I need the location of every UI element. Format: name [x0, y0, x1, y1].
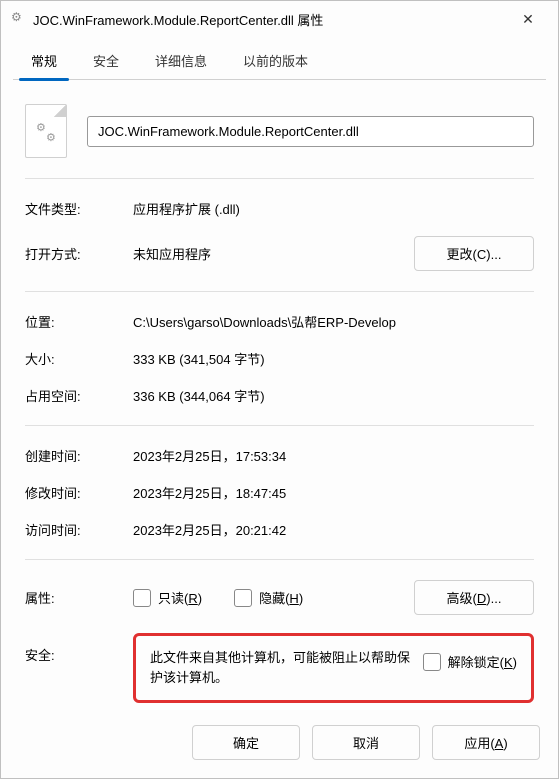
label-file-type: 文件类型: — [25, 199, 133, 218]
cancel-button[interactable]: 取消 — [312, 725, 420, 760]
change-button[interactable]: 更改(C)... — [414, 236, 534, 271]
tab-details[interactable]: 详细信息 — [137, 41, 225, 80]
ok-button[interactable]: 确定 — [192, 725, 300, 760]
tab-strip: 常规 安全 详细信息 以前的版本 — [1, 37, 558, 80]
close-button[interactable]: ✕ — [506, 4, 550, 34]
value-accessed: 2023年2月25日，20:21:42 — [133, 520, 534, 539]
checkbox-unblock[interactable]: 解除锁定(K) — [423, 652, 517, 671]
attributes-grid: 属性: 只读(R) 隐藏(H) 高级(D)... 安全: 此文件来自其他计算机，… — [25, 580, 534, 703]
value-size: 333 KB (341,504 字节) — [133, 349, 534, 368]
separator — [25, 291, 534, 292]
properties-dialog: JOC.WinFramework.Module.ReportCenter.dll… — [0, 0, 559, 779]
value-modified: 2023年2月25日，18:47:45 — [133, 483, 534, 502]
file-row: JOC.WinFramework.Module.ReportCenter.dll — [25, 104, 534, 158]
separator — [25, 559, 534, 560]
info-grid-3: 创建时间: 2023年2月25日，17:53:34 修改时间: 2023年2月2… — [25, 446, 534, 539]
checkbox-icon — [234, 589, 252, 607]
tab-general[interactable]: 常规 — [13, 41, 75, 80]
file-type-icon — [25, 104, 67, 158]
label-accessed: 访问时间: — [25, 520, 133, 539]
label-modified: 修改时间: — [25, 483, 133, 502]
window-title: JOC.WinFramework.Module.ReportCenter.dll… — [33, 10, 506, 29]
checkbox-icon — [133, 589, 151, 607]
label-location: 位置: — [25, 312, 133, 331]
checkbox-hidden[interactable]: 隐藏(H) — [234, 588, 303, 607]
value-opens-with: 未知应用程序 — [133, 244, 400, 263]
label-size: 大小: — [25, 349, 133, 368]
dialog-footer: 确定 取消 应用(A) — [1, 711, 558, 778]
attributes-row: 只读(R) 隐藏(H) 高级(D)... — [133, 580, 534, 615]
checkbox-readonly[interactable]: 只读(R) — [133, 588, 202, 607]
security-message: 此文件来自其他计算机，可能被阻止以帮助保护该计算机。 — [150, 648, 413, 688]
label-attributes: 属性: — [25, 588, 133, 607]
info-grid-1: 文件类型: 应用程序扩展 (.dll) 打开方式: 未知应用程序 更改(C)..… — [25, 199, 534, 271]
filename-input[interactable]: JOC.WinFramework.Module.ReportCenter.dll — [87, 116, 534, 147]
titlebar: JOC.WinFramework.Module.ReportCenter.dll… — [1, 1, 558, 37]
value-created: 2023年2月25日，17:53:34 — [133, 446, 534, 465]
value-location: C:\Users\garso\Downloads\弘帮ERP-Develop — [133, 312, 534, 331]
checkbox-icon — [423, 653, 441, 671]
tab-previous-versions[interactable]: 以前的版本 — [225, 41, 326, 80]
value-size-on-disk: 336 KB (344,064 字节) — [133, 386, 534, 405]
advanced-button[interactable]: 高级(D)... — [414, 580, 534, 615]
info-grid-2: 位置: C:\Users\garso\Downloads\弘帮ERP-Devel… — [25, 312, 534, 405]
content-area: JOC.WinFramework.Module.ReportCenter.dll… — [1, 80, 558, 711]
label-size-on-disk: 占用空间: — [25, 386, 133, 405]
tab-security[interactable]: 安全 — [75, 41, 137, 80]
label-created: 创建时间: — [25, 446, 133, 465]
label-security: 安全: — [25, 633, 133, 664]
separator — [25, 425, 534, 426]
label-opens-with: 打开方式: — [25, 244, 133, 263]
separator — [25, 178, 534, 179]
dll-icon — [9, 11, 25, 27]
security-box: 此文件来自其他计算机，可能被阻止以帮助保护该计算机。 解除锁定(K) — [133, 633, 534, 703]
value-file-type: 应用程序扩展 (.dll) — [133, 199, 534, 218]
opens-with-row: 未知应用程序 更改(C)... — [133, 236, 534, 271]
apply-button[interactable]: 应用(A) — [432, 725, 540, 760]
